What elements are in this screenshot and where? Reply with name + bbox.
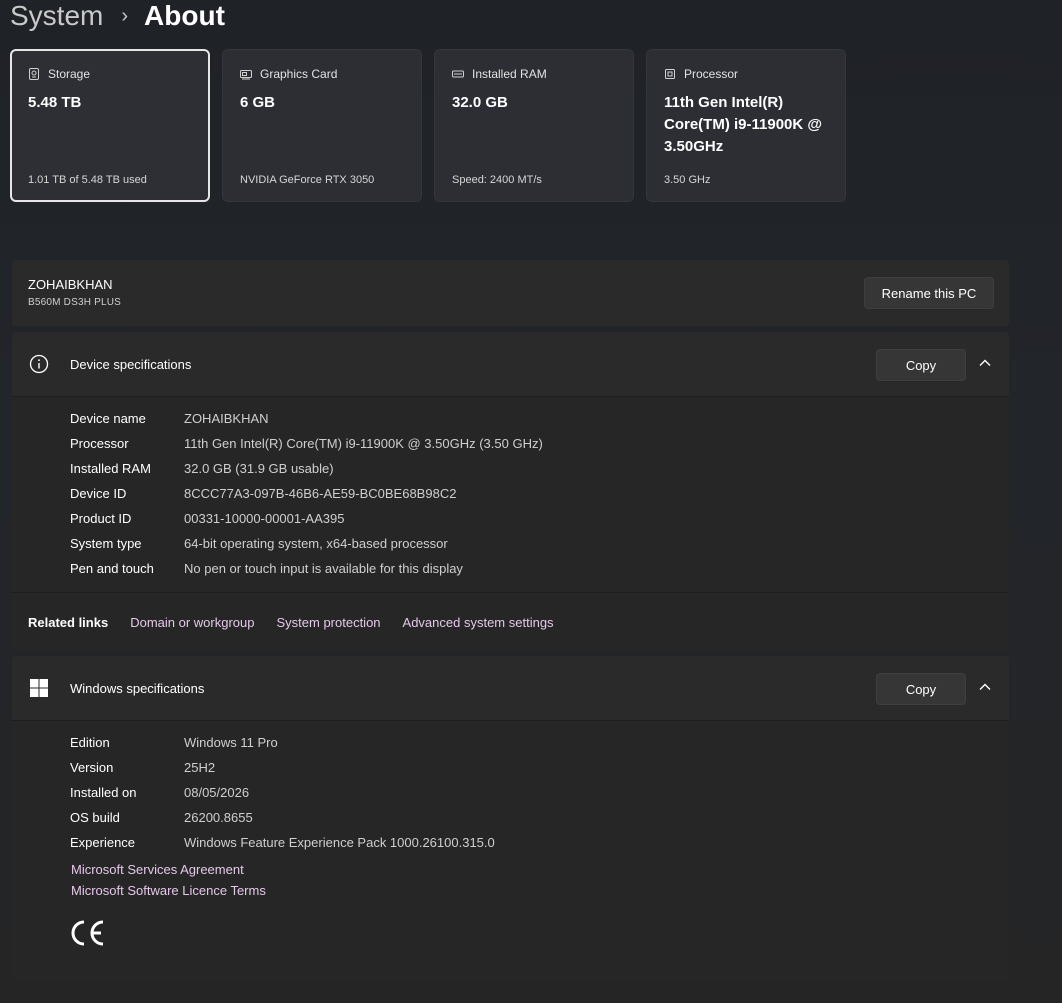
processor-card[interactable]: Processor 11th Gen Intel(R) Core(TM) i9-…	[646, 49, 846, 202]
card-header: Processor	[664, 67, 738, 81]
spec-label: Processor	[70, 436, 129, 451]
chevron-up-icon[interactable]	[978, 682, 992, 692]
spec-value: 32.0 GB (31.9 GB usable)	[184, 461, 334, 476]
copy-device-specs-button[interactable]: Copy	[876, 349, 966, 381]
spec-row-device-id: Device ID 8CCC77A3-097B-46B6-AE59-BC0BE6…	[70, 481, 543, 506]
related-links-bar: Related links Domain or workgroup System…	[12, 592, 1009, 651]
spec-label: Experience	[70, 835, 136, 850]
section-title: Device specifications	[70, 357, 192, 372]
spec-row-pen-and-touch: Pen and touch No pen or touch input is a…	[70, 556, 543, 581]
spec-value: 25H2	[184, 760, 216, 775]
spec-row-edition: Edition Windows 11 Pro	[70, 730, 495, 755]
spec-label: Product ID	[70, 511, 132, 526]
spec-value: 08/05/2026	[184, 785, 250, 800]
chevron-up-icon[interactable]	[978, 358, 992, 368]
graphics-card-card[interactable]: Graphics Card 6 GB NVIDIA GeForce RTX 30…	[222, 49, 422, 202]
breadcrumb-separator-icon: ›	[121, 4, 129, 27]
card-title: Graphics Card	[260, 67, 338, 81]
pc-name-row: ZOHAIBKHAN B560M DS3H PLUS Rename this P…	[12, 260, 1009, 326]
spec-value: 00331-10000-00001-AA395	[184, 511, 345, 526]
breadcrumb: System › About	[10, 0, 225, 38]
windows-specifications-section: Windows specifications Copy Edition Wind…	[12, 656, 1009, 981]
card-subtitle: Speed: 2400 MT/s	[452, 174, 542, 186]
spec-value: 64-bit operating system, x64-based proce…	[184, 536, 448, 551]
spec-label: Device name	[70, 411, 146, 426]
spec-row-os-build: OS build 26200.8655	[70, 805, 495, 830]
spec-label: Edition	[70, 735, 110, 750]
spec-row-system-type: System type 64-bit operating system, x64…	[70, 531, 543, 556]
device-specifications-section: Device specifications Copy Device name Z…	[12, 332, 1009, 651]
pc-model: B560M DS3H PLUS	[28, 297, 122, 308]
card-value: 5.48 TB	[28, 94, 82, 111]
spec-row-installed-ram: Installed RAM 32.0 GB (31.9 GB usable)	[70, 456, 543, 481]
info-icon	[29, 354, 49, 374]
spec-value: 26200.8655	[184, 810, 253, 825]
spec-value: Windows Feature Experience Pack 1000.261…	[184, 835, 495, 850]
card-value: 32.0 GB	[452, 94, 508, 111]
spec-label: Version	[70, 760, 114, 775]
spec-value: Windows 11 Pro	[184, 735, 278, 750]
spec-row-installed-on: Installed on 08/05/2026	[70, 780, 495, 805]
breadcrumb-system[interactable]: System	[10, 0, 103, 32]
pc-name: ZOHAIBKHAN	[28, 277, 113, 292]
device-specifications-header[interactable]: Device specifications Copy	[12, 332, 1009, 397]
spec-value: No pen or touch input is available for t…	[184, 561, 463, 576]
system-protection-link[interactable]: System protection	[276, 615, 380, 630]
windows-spec-table: Edition Windows 11 Pro Version 25H2 Inst…	[70, 730, 495, 855]
card-value: 11th Gen Intel(R) Core(TM) i9-11900K @ 3…	[664, 94, 823, 155]
ce-mark-icon	[71, 920, 104, 946]
device-spec-table: Device name ZOHAIBKHAN Processor 11th Ge…	[70, 406, 543, 581]
advanced-system-settings-link[interactable]: Advanced system settings	[403, 615, 554, 630]
spec-label: Pen and touch	[70, 561, 154, 576]
spec-value: ZOHAIBKHAN	[184, 411, 269, 426]
microsoft-software-licence-terms-link[interactable]: Microsoft Software Licence Terms	[71, 880, 266, 901]
card-subtitle: 1.01 TB of 5.48 TB used	[28, 174, 147, 186]
spec-label: Installed RAM	[70, 461, 151, 476]
spec-label: Device ID	[70, 486, 127, 501]
spec-row-device-name: Device name ZOHAIBKHAN	[70, 406, 543, 431]
domain-or-workgroup-link[interactable]: Domain or workgroup	[130, 615, 254, 630]
processor-icon	[665, 69, 675, 79]
storage-icon	[29, 68, 39, 80]
spec-label: System type	[70, 536, 142, 551]
page-title: About	[144, 0, 225, 31]
spec-row-product-id: Product ID 00331-10000-00001-AA395	[70, 506, 543, 531]
windows-specifications-header[interactable]: Windows specifications Copy	[12, 656, 1009, 721]
card-title: Processor	[684, 67, 739, 81]
settings-about-page: System › About Storage 5.48 TB 1.01 TB o…	[0, 0, 1062, 1003]
spec-value: 11th Gen Intel(R) Core(TM) i9-11900K @ 3…	[184, 436, 543, 451]
graphics-card-icon	[240, 70, 252, 80]
related-links-label: Related links	[28, 614, 109, 630]
copy-windows-specs-button[interactable]: Copy	[876, 673, 966, 705]
card-header: Installed RAM	[452, 67, 547, 81]
section-title: Windows specifications	[70, 681, 205, 696]
ram-icon	[452, 70, 464, 78]
microsoft-services-agreement-link[interactable]: Microsoft Services Agreement	[71, 859, 266, 880]
rename-pc-button[interactable]: Rename this PC	[864, 277, 994, 309]
spec-value: 8CCC77A3-097B-46B6-AE59-BC0BE68B98C2	[184, 486, 457, 501]
card-header: Storage	[28, 67, 90, 81]
spec-label: OS build	[70, 810, 120, 825]
spec-label: Installed on	[70, 785, 137, 800]
card-subtitle: 3.50 GHz	[664, 174, 711, 186]
windows-logo-icon	[30, 679, 48, 697]
hardware-cards: Storage 5.48 TB 1.01 TB of 5.48 TB used …	[10, 49, 846, 202]
card-value: 6 GB	[240, 94, 276, 111]
card-title: Storage	[48, 67, 91, 81]
spec-row-experience: Experience Windows Feature Experience Pa…	[70, 830, 495, 855]
card-header: Graphics Card	[240, 67, 337, 81]
installed-ram-card[interactable]: Installed RAM 32.0 GB Speed: 2400 MT/s	[434, 49, 634, 202]
windows-license-links: Microsoft Services Agreement Microsoft S…	[71, 859, 266, 901]
spec-row-version: Version 25H2	[70, 755, 495, 780]
storage-card[interactable]: Storage 5.48 TB 1.01 TB of 5.48 TB used	[10, 49, 210, 202]
card-subtitle: NVIDIA GeForce RTX 3050	[240, 174, 375, 186]
card-title: Installed RAM	[472, 67, 547, 81]
spec-row-processor: Processor 11th Gen Intel(R) Core(TM) i9-…	[70, 431, 543, 456]
